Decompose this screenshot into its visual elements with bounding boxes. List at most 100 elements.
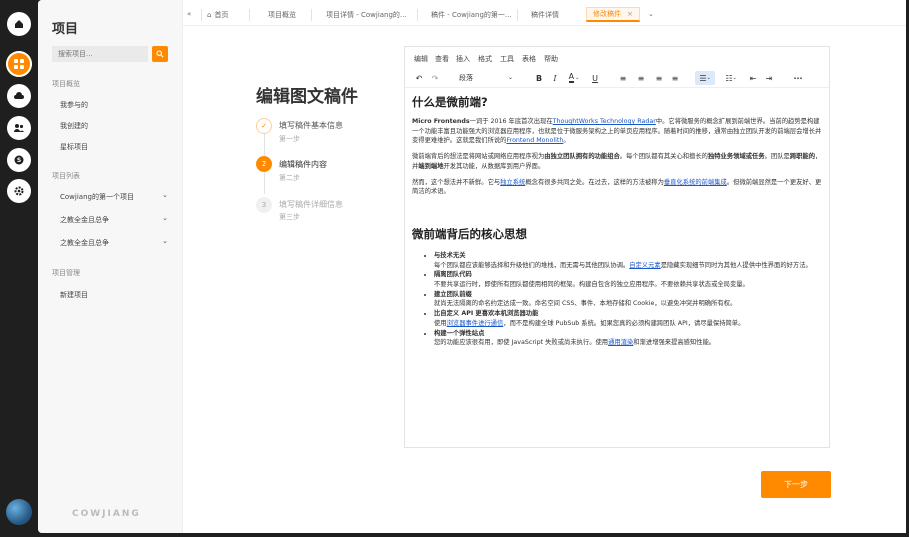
- link-vertical-integration[interactable]: 垂直化系统的前端集成: [664, 179, 727, 186]
- menu-table[interactable]: 表格: [522, 54, 536, 64]
- chevron-down-icon: ⌄: [162, 237, 168, 245]
- numbered-list-icon[interactable]: ☷ ⌄: [721, 71, 741, 85]
- align-justify-icon[interactable]: ≡: [669, 71, 681, 85]
- cloud-icon[interactable]: [7, 84, 31, 108]
- list-item: 建立团队前缀就尚无法隔离的命名约定达成一致。命名空间 CSS、事件、本地存储和 …: [434, 290, 822, 309]
- align-center-icon[interactable]: ≡: [635, 71, 647, 85]
- sidebar-item-created[interactable]: 我创建的: [60, 121, 88, 131]
- text: 。每个团队都有其关心和擅长的: [619, 153, 708, 161]
- link-custom-elements[interactable]: 自定义元素: [629, 262, 660, 269]
- editor-content[interactable]: 什么是微前端? Micro Frontends一词于 2016 年底首次出现在T…: [412, 95, 822, 441]
- text-bold: 由独立团队拥有的功能组合: [544, 153, 620, 161]
- menu-edit[interactable]: 编辑: [414, 54, 428, 64]
- align-right-icon[interactable]: ≡: [653, 71, 665, 85]
- skype-icon[interactable]: S: [7, 148, 31, 172]
- list-item: 与技术无关每个团队都应该能够选择和升级他们的堆栈，而无需与其他团队协调。自定义元…: [434, 251, 822, 270]
- indent-icon[interactable]: ⇥: [763, 71, 775, 85]
- list-item-desc: 使用浏览器事件进行通信，而不是构建全球 PubSub 系统。如果您真的必须构建跨…: [434, 319, 822, 329]
- undo-icon[interactable]: ↶: [413, 71, 425, 85]
- project-label: 之教全金且总争: [60, 239, 109, 247]
- list-item-desc: 您的功能应该很有用，即使 JavaScript 失败或尚未执行。使用通用渲染和渐…: [434, 338, 822, 348]
- content-heading-1: 什么是微前端?: [412, 95, 488, 109]
- gear-icon[interactable]: [7, 179, 31, 203]
- text-bold: Micro Frontends: [412, 118, 470, 125]
- align-left-icon[interactable]: ≡: [617, 71, 629, 85]
- step-3-indicator: 3: [256, 197, 272, 213]
- list-item: 隔离团队代码不要共享运行时，即使所有团队都使用相同的框架。构建自包含的独立应用程…: [434, 270, 822, 289]
- rich-text-editor: 编辑 查看 插入 格式 工具 表格 帮助 ↶ ↷ 段落 ⌄ B I A ⌄ U ≡: [404, 46, 830, 448]
- sidebar-item-new-project[interactable]: 新建项目: [60, 290, 88, 300]
- tab-manuscript-detail[interactable]: 稿件详情: [531, 10, 559, 20]
- text: 然而，这个想法并不新鲜。它与: [412, 178, 501, 186]
- section-overview: 项目概览: [52, 80, 80, 88]
- link-universal-rendering[interactable]: 通用渲染: [608, 339, 633, 346]
- step-3-sub: 第三步: [279, 213, 300, 221]
- search-icon: [156, 50, 164, 58]
- list-item-desc: 不要共享运行时，即使所有团队都使用相同的框架。构建自包含的独立应用程序。不要依赖…: [434, 280, 822, 290]
- link-browser-events[interactable]: 浏览器事件进行通信: [447, 320, 504, 327]
- tab-project-overview[interactable]: 项目概览: [268, 10, 296, 20]
- chevron-down-icon: ⌄: [162, 191, 168, 199]
- menu-help[interactable]: 帮助: [544, 54, 558, 64]
- svg-text:S: S: [17, 157, 21, 164]
- list-item: 比自定义 API 更喜欢本机浏览器功能使用浏览器事件进行通信，而不是构建全球 P…: [434, 309, 822, 328]
- tab-edit-manuscript[interactable]: 修改稿件 ×: [586, 7, 640, 22]
- core-ideas-list: 与技术无关每个团队都应该能够选择和升级他们的堆栈，而无需与其他团队协调。自定义元…: [434, 251, 822, 348]
- tab-home[interactable]: ⌂ 首页: [207, 10, 228, 20]
- text-bold: 端到端地: [418, 162, 444, 170]
- users-icon[interactable]: [7, 116, 31, 140]
- menu-tools[interactable]: 工具: [500, 54, 514, 64]
- menu-view[interactable]: 查看: [435, 54, 449, 64]
- tabs-more-chevron-icon[interactable]: ⌄: [648, 10, 654, 18]
- tab-project-detail[interactable]: 项目详情 - Cowjiang的...: [326, 10, 407, 20]
- tab-label: 首页: [214, 11, 229, 19]
- sidebar-project-3[interactable]: 之教全金且总争 ⌄: [60, 237, 168, 248]
- content-heading-2: 微前端背后的核心思想: [412, 226, 527, 241]
- home-small-icon: ⌂: [207, 11, 212, 19]
- outdent-icon[interactable]: ⇤: [747, 71, 759, 85]
- block-format-select[interactable]: 段落 ⌄: [455, 71, 517, 85]
- link-thoughtworks-radar[interactable]: ThoughtWorks Technology Radar: [553, 118, 656, 125]
- text-color-icon[interactable]: A ⌄: [565, 71, 583, 85]
- text: 不要共享运行时，即使所有团队都使用相同的框架。构建自包含的独立应用程序。不要依赖…: [434, 281, 749, 289]
- section-list: 项目列表: [52, 172, 80, 180]
- step-1-label: 填写稿件基本信息: [279, 121, 343, 130]
- italic-icon[interactable]: I: [549, 71, 561, 85]
- link-independent-systems[interactable]: 独立系统: [500, 179, 525, 186]
- sidebar-project-2[interactable]: 之教全金且总争 ⌄: [60, 214, 168, 225]
- project-label: 之教全金且总争: [60, 216, 109, 224]
- sidebar-project-1[interactable]: Cowjiang的第一个项目 ⌄: [60, 191, 168, 202]
- next-step-button[interactable]: 下一步: [761, 471, 831, 498]
- text: 开发其功能，从数据库到用户界面。: [443, 162, 545, 170]
- menu-format[interactable]: 格式: [478, 54, 492, 64]
- text: 。团队是: [764, 153, 790, 161]
- list-item-title: 构建一个弹性站点: [434, 329, 485, 337]
- bold-icon[interactable]: B: [533, 71, 545, 85]
- home-icon[interactable]: [7, 12, 31, 36]
- tab-label: 修改稿件: [593, 10, 621, 18]
- link-frontend-monolith[interactable]: Frontend Monolith: [506, 137, 563, 144]
- sidebar-item-participated[interactable]: 我参与的: [60, 100, 88, 110]
- close-icon[interactable]: ×: [627, 10, 633, 18]
- underline-icon[interactable]: U: [589, 71, 601, 85]
- more-options-icon[interactable]: ···: [791, 71, 805, 85]
- search-button[interactable]: [152, 46, 168, 62]
- list-item-title: 与技术无关: [434, 251, 466, 259]
- bullet-list-icon[interactable]: ☰ ⌄: [695, 71, 715, 85]
- text: 就尚无法隔离的命名约定达成一致。命名空间 CSS、事件、本地存储和 Cookie…: [434, 300, 737, 308]
- grid-icon[interactable]: [6, 51, 32, 77]
- list-item-title: 建立团队前缀: [434, 290, 472, 298]
- text: 使用: [434, 319, 447, 327]
- step-1-sub: 第一步: [279, 135, 300, 143]
- list-item-desc: 就尚无法隔离的命名约定达成一致。命名空间 CSS、事件、本地存储和 Cookie…: [434, 299, 822, 309]
- search-input[interactable]: [52, 46, 148, 62]
- chevron-down-icon: ⌄: [162, 214, 168, 222]
- menu-insert[interactable]: 插入: [456, 54, 470, 64]
- step-2-label: 编辑稿件内容: [279, 160, 327, 169]
- main-window: 项目 项目概览 我参与的 我创建的 星标项目 项目列表 Cowjiang的第一个…: [38, 0, 906, 533]
- tab-manuscript[interactable]: 稿件 - Cowjiang的第一...: [431, 10, 512, 20]
- tabs-collapse-icon[interactable]: «: [187, 10, 191, 18]
- user-avatar-globe[interactable]: [6, 499, 32, 525]
- sidebar-item-starred[interactable]: 星标项目: [60, 142, 88, 152]
- redo-icon[interactable]: ↷: [429, 71, 441, 85]
